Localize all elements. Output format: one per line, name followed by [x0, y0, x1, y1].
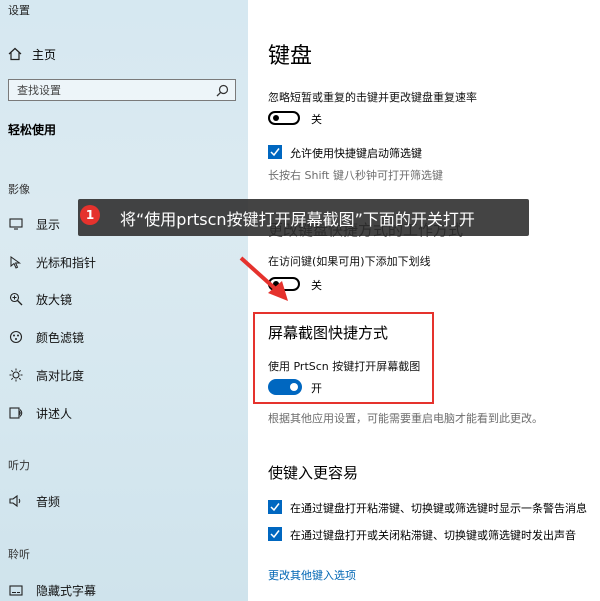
sidebar-item-label: 隐藏式字幕	[36, 583, 97, 598]
sidebar-item-magnifier[interactable]: 放大镜	[8, 289, 72, 309]
filter-keys-shortcut-label: 允许使用快捷键启动筛选键	[290, 147, 422, 160]
checkmark-icon	[270, 530, 280, 539]
instruction-text: 将“使用prtscn按键打开屏幕截图”下面的开关打开	[120, 209, 475, 229]
sidebar-item-label: 讲述人	[36, 406, 73, 421]
page-title: 键盘	[268, 44, 313, 69]
sidebar-item-label: 光标和指针	[36, 255, 97, 270]
checkmark-icon	[270, 503, 280, 512]
sidebar-item-label: 放大镜	[36, 292, 73, 307]
narrator-icon	[8, 405, 24, 421]
highlight-box	[253, 312, 434, 404]
filter-keys-toggle[interactable]	[268, 111, 300, 125]
sidebar: 设置 主页 查找设置 轻松使用 影像 显示 光标和指针 放大镜 颜色滤镜 高对比…	[0, 0, 248, 601]
sidebar-group-interaction: 聆听	[8, 548, 30, 561]
color-filter-icon	[8, 329, 24, 345]
cursor-icon	[8, 254, 24, 270]
filter-keys-shortcut-checkbox[interactable]	[268, 145, 282, 159]
monitor-icon	[8, 216, 24, 232]
search-placeholder: 查找设置	[17, 84, 61, 97]
sidebar-item-cursor[interactable]: 光标和指针	[8, 252, 96, 272]
typing-heading: 使键入更容易	[268, 464, 359, 482]
typing-warning-label: 在通过键盘打开粘滞键、切换键或筛选键时显示一条警告消息	[290, 502, 587, 515]
sidebar-group-vision: 影像	[8, 183, 30, 196]
typing-sound-label: 在通过键盘打开或关闭粘滞键、切换键或筛选键时发出声音	[290, 529, 576, 542]
sidebar-item-display[interactable]: 显示	[8, 214, 60, 234]
restart-note: 根据其他应用设置，可能需要重启电脑才能看到此更改。	[268, 412, 543, 425]
sidebar-item-color-filter[interactable]: 颜色滤镜	[8, 327, 84, 347]
sidebar-group-hearing: 听力	[8, 459, 30, 472]
sidebar-item-label: 主页	[32, 47, 57, 62]
instruction-tooltip: 将“使用prtscn按键打开屏幕截图”下面的开关打开	[78, 199, 529, 236]
sidebar-item-narrator[interactable]: 讲述人	[8, 403, 72, 423]
sidebar-item-captions[interactable]: 隐藏式字幕	[8, 580, 96, 600]
sidebar-item-label: 高对比度	[36, 368, 85, 383]
home-icon	[8, 47, 22, 61]
sidebar-item-audio[interactable]: 音频	[8, 491, 60, 511]
magnifier-icon	[8, 291, 24, 307]
typing-warning-checkbox[interactable]	[268, 500, 282, 514]
step-badge: 1	[80, 205, 100, 225]
arrow-icon	[239, 256, 288, 301]
more-typing-options-link[interactable]: 更改其他键入选项	[268, 567, 356, 583]
checkmark-icon	[270, 148, 280, 157]
contrast-icon	[8, 367, 24, 383]
filter-keys-hint: 长按右 Shift 键八秒钟可打开筛选键	[268, 169, 443, 182]
filter-keys-description: 忽略短暂或重复的击键并更改键盘重复速率	[268, 91, 477, 104]
typing-sound-checkbox[interactable]	[268, 527, 282, 541]
sidebar-item-home[interactable]: 主页	[8, 44, 56, 64]
search-input[interactable]: 查找设置	[8, 79, 236, 101]
underline-toggle-state: 关	[311, 279, 322, 292]
sidebar-item-label: 显示	[36, 217, 61, 232]
search-icon	[216, 84, 229, 96]
sidebar-item-label: 音频	[36, 494, 61, 509]
captions-icon	[8, 582, 24, 598]
sidebar-item-label: 颜色滤镜	[36, 330, 85, 345]
sidebar-category: 轻松使用	[8, 123, 57, 137]
filter-keys-toggle-state: 关	[311, 113, 322, 126]
sidebar-item-high-contrast[interactable]: 高对比度	[8, 365, 84, 385]
window-title: 设置	[8, 4, 30, 17]
speaker-icon	[8, 493, 24, 509]
